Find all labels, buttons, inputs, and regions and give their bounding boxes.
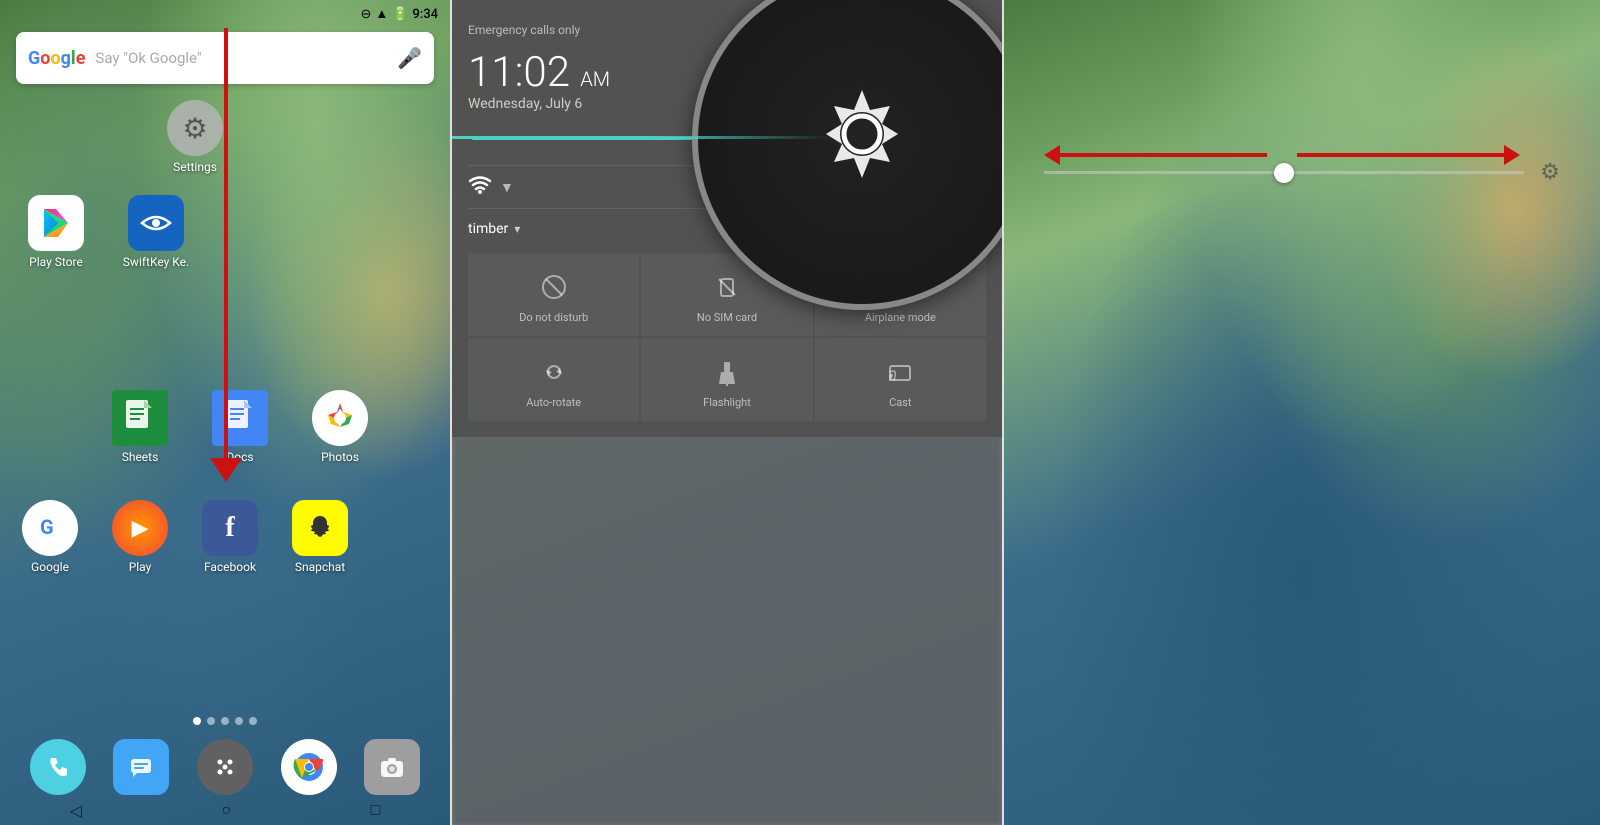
dot-2 (207, 717, 215, 725)
arrow-shaft-right (1297, 153, 1504, 157)
flashlight-tile-label: Flashlight (703, 396, 751, 409)
snapchat-icon[interactable]: Snapchat (280, 500, 360, 574)
status-time: 9:34 (412, 7, 438, 22)
dock-launcher[interactable] (197, 739, 253, 795)
brightness-teal-line (452, 136, 832, 139)
auto-rotate-tile-icon (536, 354, 572, 390)
dock-chrome[interactable] (281, 739, 337, 795)
photos-label: Photos (321, 450, 359, 464)
snapchat-label: Snapchat (295, 560, 345, 574)
cast-tile-label: Cast (889, 396, 911, 409)
dot-1 (193, 717, 201, 725)
battery-status-icon: 🔋 (392, 7, 408, 22)
page-indicator (0, 717, 450, 725)
svg-text:G: G (40, 515, 54, 539)
swiftkey-icon[interactable]: SwiftKey Ke. (116, 195, 196, 269)
do-not-disturb-tile-icon (536, 269, 572, 305)
dock (0, 739, 450, 795)
time-value: 11:02 AM (468, 48, 610, 97)
no-sim-tile-label: No SIM card (697, 311, 757, 324)
annotation-arrow (210, 28, 242, 482)
airplane-tile-label: Airplane mode (865, 311, 936, 324)
map-brightness-gear-icon: ⚙ (1540, 160, 1560, 185)
dot-4 (235, 717, 243, 725)
no-sim-tile-icon (709, 269, 745, 305)
tile-do-not-disturb[interactable]: Do not disturb (468, 253, 639, 336)
tile-auto-rotate[interactable]: Auto-rotate (468, 338, 639, 421)
recents-button[interactable]: □ (371, 800, 381, 820)
swiftkey-label: SwiftKey Ke. (123, 255, 189, 269)
dot-5 (249, 717, 257, 725)
google-app-label: Google (31, 560, 69, 574)
cast-tile-icon (882, 354, 918, 390)
play-store-label: Play Store (29, 255, 83, 269)
auto-rotate-tile-label: Auto-rotate (526, 396, 581, 409)
home-button[interactable]: ○ (221, 800, 231, 820)
arrowhead-right (1504, 145, 1520, 165)
facebook-label: Facebook (204, 560, 256, 574)
map-overlay (1004, 0, 1600, 825)
status-bar: ⊖ ▲ 🔋 9:34 (0, 0, 450, 28)
left-arrow (1044, 145, 1267, 165)
app-row-1: Play Store SwiftKey Ke. (16, 195, 196, 269)
map-screen: ⚙ (1004, 0, 1600, 825)
notification-shade-panel: Emergency calls only 🔋 78% ⚙ 11:02 AM We… (452, 0, 1002, 825)
google-app-icon[interactable]: G Google (10, 500, 90, 574)
emergency-text: Emergency calls only (468, 23, 580, 37)
sheets-label: Sheets (122, 450, 159, 464)
back-button[interactable]: ◁ (70, 801, 82, 820)
dock-camera[interactable] (364, 739, 420, 795)
gear-large-icon (782, 60, 942, 220)
network-name: timber (468, 221, 508, 237)
nav-bar: ◁ ○ □ (0, 795, 450, 825)
do-not-disturb-tile-label: Do not disturb (519, 311, 588, 324)
play-music-icon[interactable]: ▶ Play (100, 500, 180, 574)
tile-flashlight[interactable]: Flashlight (641, 338, 812, 421)
photos-icon[interactable]: Photos (300, 390, 380, 464)
map-slider-track[interactable] (1044, 171, 1524, 174)
tile-cast[interactable]: Cast (815, 338, 986, 421)
wifi-status-icon: ▲ (375, 6, 388, 22)
home-screen: ⊖ ▲ 🔋 9:34 Google Say "Ok Google" 🎤 ⚙ Se… (0, 0, 450, 825)
right-arrow (1297, 145, 1520, 165)
map-slider-thumb[interactable] (1274, 163, 1294, 183)
flashlight-tile-icon (709, 354, 745, 390)
dock-phone[interactable] (30, 739, 86, 795)
arrowhead-left (1044, 145, 1060, 165)
do-not-disturb-status-icon: ⊖ (360, 7, 371, 22)
facebook-icon[interactable]: f Facebook (190, 500, 270, 574)
wifi-icon (468, 174, 492, 200)
dock-messages[interactable] (113, 739, 169, 795)
arrow-shaft-left (1060, 153, 1267, 157)
sheets-icon[interactable]: Sheets (100, 390, 180, 464)
red-arrows-container (1044, 145, 1520, 165)
play-store-icon[interactable]: Play Store (16, 195, 96, 269)
dot-3 (221, 717, 229, 725)
wifi-expand-icon[interactable]: ▼ (500, 179, 514, 196)
app-row-3: G Google ▶ Play f Facebook Snapchat (10, 500, 360, 574)
mic-icon[interactable]: 🎤 (397, 46, 422, 70)
network-dropdown-icon[interactable]: ▾ (514, 222, 520, 236)
play-music-label: Play (129, 560, 152, 574)
